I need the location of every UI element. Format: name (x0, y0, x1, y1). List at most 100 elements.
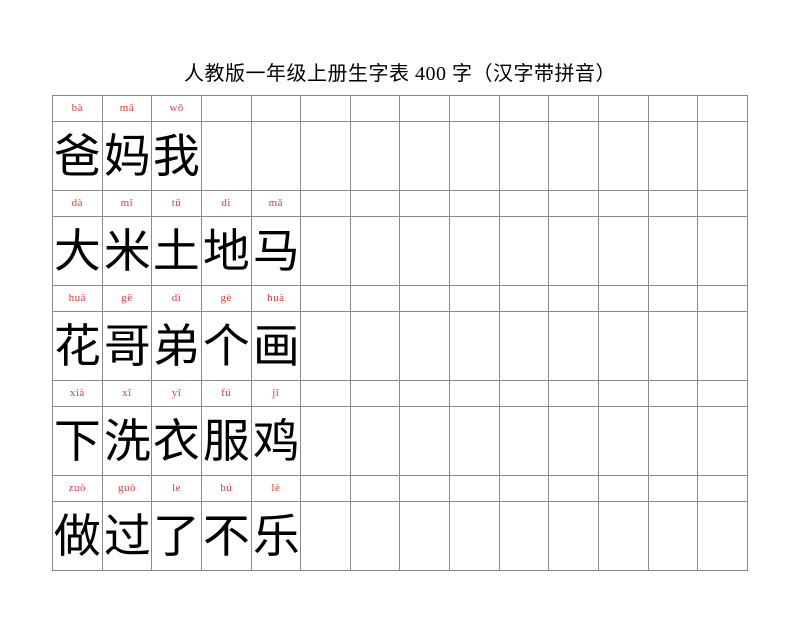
pinyin-cell[interactable] (399, 285, 450, 312)
hanzi-cell[interactable] (548, 311, 599, 381)
pinyin-cell[interactable] (647, 190, 699, 217)
hanzi-cell[interactable] (200, 121, 252, 191)
hanzi-cell[interactable] (449, 406, 500, 476)
hanzi-cell[interactable] (349, 121, 401, 191)
hanzi-cell[interactable]: 花 (52, 311, 103, 381)
pinyin-cell[interactable] (697, 285, 748, 312)
hanzi-cell[interactable]: 我 (151, 121, 202, 191)
pinyin-cell[interactable] (597, 380, 649, 407)
pinyin-cell[interactable] (300, 475, 351, 502)
hanzi-cell[interactable]: 做 (52, 501, 103, 571)
hanzi-cell[interactable] (647, 311, 699, 381)
pinyin-cell[interactable]: dà (52, 190, 103, 217)
hanzi-cell[interactable]: 弟 (151, 311, 202, 381)
pinyin-cell[interactable]: mǐ (101, 190, 153, 217)
hanzi-cell[interactable]: 洗 (101, 406, 153, 476)
hanzi-cell[interactable]: 大 (52, 216, 103, 286)
pinyin-cell[interactable] (250, 95, 302, 122)
hanzi-cell[interactable] (498, 121, 550, 191)
pinyin-cell[interactable] (449, 285, 500, 312)
pinyin-cell[interactable]: huā (52, 285, 103, 312)
pinyin-cell[interactable] (548, 95, 599, 122)
pinyin-cell[interactable] (200, 95, 252, 122)
hanzi-cell[interactable] (300, 406, 351, 476)
hanzi-cell[interactable] (548, 501, 599, 571)
pinyin-cell[interactable] (300, 380, 351, 407)
hanzi-cell[interactable] (548, 406, 599, 476)
pinyin-cell[interactable] (697, 190, 748, 217)
hanzi-cell[interactable] (399, 501, 450, 571)
pinyin-cell[interactable] (300, 190, 351, 217)
pinyin-cell[interactable] (349, 95, 401, 122)
hanzi-cell[interactable] (498, 311, 550, 381)
hanzi-cell[interactable] (697, 501, 748, 571)
hanzi-cell[interactable] (647, 216, 699, 286)
hanzi-cell[interactable] (300, 216, 351, 286)
pinyin-cell[interactable] (647, 95, 699, 122)
pinyin-cell[interactable] (597, 95, 649, 122)
hanzi-cell[interactable] (349, 311, 401, 381)
pinyin-cell[interactable]: yī (151, 380, 202, 407)
pinyin-cell[interactable] (597, 285, 649, 312)
hanzi-cell[interactable]: 土 (151, 216, 202, 286)
hanzi-cell[interactable] (399, 121, 450, 191)
pinyin-cell[interactable] (647, 475, 699, 502)
hanzi-cell[interactable]: 哥 (101, 311, 153, 381)
pinyin-cell[interactable] (399, 475, 450, 502)
hanzi-cell[interactable] (349, 501, 401, 571)
pinyin-cell[interactable] (399, 95, 450, 122)
pinyin-cell[interactable]: lè (250, 475, 302, 502)
pinyin-cell[interactable]: gē (101, 285, 153, 312)
hanzi-cell[interactable] (250, 121, 302, 191)
hanzi-cell[interactable] (647, 121, 699, 191)
hanzi-cell[interactable] (349, 216, 401, 286)
pinyin-cell[interactable] (449, 190, 500, 217)
hanzi-cell[interactable] (449, 501, 500, 571)
hanzi-cell[interactable]: 米 (101, 216, 153, 286)
pinyin-cell[interactable] (597, 475, 649, 502)
hanzi-cell[interactable]: 服 (200, 406, 252, 476)
pinyin-cell[interactable] (697, 475, 748, 502)
pinyin-cell[interactable]: mǎ (250, 190, 302, 217)
hanzi-cell[interactable] (597, 406, 649, 476)
pinyin-cell[interactable]: bú (200, 475, 252, 502)
pinyin-cell[interactable] (697, 380, 748, 407)
hanzi-cell[interactable]: 妈 (101, 121, 153, 191)
pinyin-cell[interactable] (548, 380, 599, 407)
pinyin-cell[interactable] (697, 95, 748, 122)
hanzi-cell[interactable] (697, 406, 748, 476)
hanzi-cell[interactable] (697, 311, 748, 381)
hanzi-cell[interactable]: 过 (101, 501, 153, 571)
hanzi-cell[interactable] (647, 501, 699, 571)
hanzi-cell[interactable] (300, 121, 351, 191)
hanzi-cell[interactable] (498, 216, 550, 286)
pinyin-cell[interactable] (498, 95, 550, 122)
pinyin-cell[interactable] (449, 95, 500, 122)
hanzi-cell[interactable] (498, 406, 550, 476)
pinyin-cell[interactable]: xià (52, 380, 103, 407)
pinyin-cell[interactable]: dì (151, 285, 202, 312)
hanzi-cell[interactable] (449, 311, 500, 381)
pinyin-cell[interactable]: tǔ (151, 190, 202, 217)
hanzi-cell[interactable] (597, 311, 649, 381)
pinyin-cell[interactable] (498, 285, 550, 312)
hanzi-cell[interactable]: 乐 (250, 501, 302, 571)
hanzi-cell[interactable] (399, 216, 450, 286)
hanzi-cell[interactable]: 画 (250, 311, 302, 381)
hanzi-cell[interactable]: 爸 (52, 121, 103, 191)
pinyin-cell[interactable] (349, 380, 401, 407)
pinyin-cell[interactable] (399, 190, 450, 217)
hanzi-cell[interactable]: 地 (200, 216, 252, 286)
hanzi-cell[interactable] (449, 121, 500, 191)
pinyin-cell[interactable]: jī (250, 380, 302, 407)
pinyin-cell[interactable]: zuò (52, 475, 103, 502)
hanzi-cell[interactable] (498, 501, 550, 571)
hanzi-cell[interactable] (300, 311, 351, 381)
pinyin-cell[interactable] (449, 380, 500, 407)
hanzi-cell[interactable] (597, 121, 649, 191)
hanzi-cell[interactable] (597, 501, 649, 571)
hanzi-cell[interactable]: 鸡 (250, 406, 302, 476)
hanzi-cell[interactable]: 下 (52, 406, 103, 476)
pinyin-cell[interactable]: wǒ (151, 95, 202, 122)
pinyin-cell[interactable]: gè (200, 285, 252, 312)
